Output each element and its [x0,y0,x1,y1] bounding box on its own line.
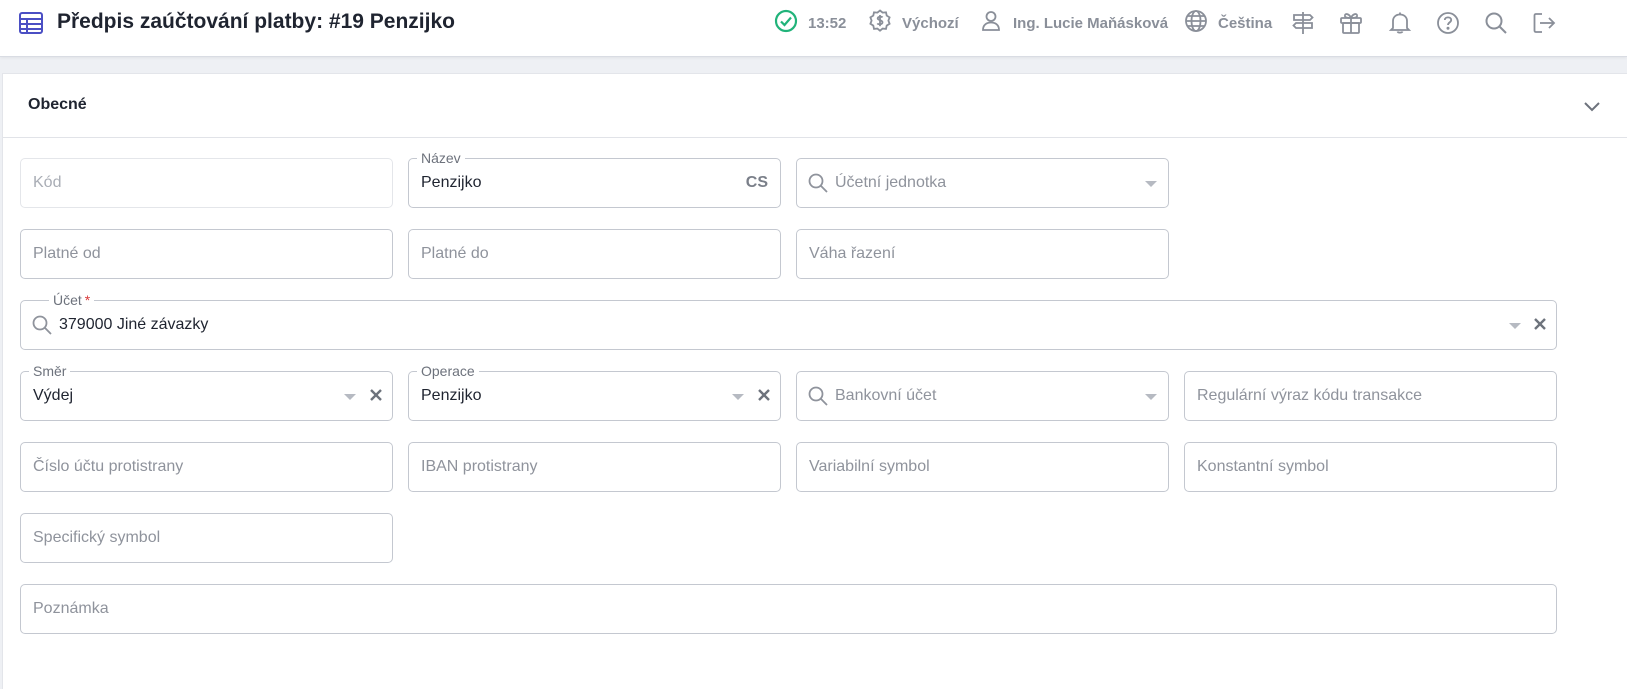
specificky-symbol-field[interactable]: Specifický symbol [20,513,393,563]
bankovni-ucet-placeholder: Bankovní účet [835,387,937,404]
section-header-obecne[interactable]: Obecné [3,74,1627,138]
operace-value: Penzijko [421,387,482,404]
variabilni-symbol-field[interactable]: Variabilní symbol [796,442,1169,492]
poznamka-placeholder: Poznámka [33,600,109,617]
globe-icon [1183,8,1209,39]
cislo-uctu-field[interactable]: Číslo účtu protistrany [20,442,393,492]
search-icon [31,314,53,336]
smer-select[interactable]: Směr Výdej [20,362,393,421]
dropdown-caret-icon[interactable] [1145,394,1157,400]
help-icon[interactable] [1435,10,1461,36]
top-bar: Předpis zaúčtování platby: #19 Penzijko … [0,0,1627,57]
kod-placeholder: Kód [33,174,62,191]
ucetni-jednotka-placeholder: Účetní jednotka [835,174,947,191]
gift-icon[interactable] [1338,10,1364,36]
ucet-label: Účet * [49,291,95,309]
nazev-field[interactable]: Název Penzijko CS [408,149,781,208]
platne-od-field[interactable]: Platné od [20,229,393,279]
smer-value: Výdej [33,387,74,404]
language-code-badge[interactable]: CS [746,174,768,192]
ucet-select[interactable]: Účet * 379000 Jiné závazky [20,291,1557,350]
iban-field[interactable]: IBAN protistrany [408,442,781,492]
bankovni-ucet-select[interactable]: Bankovní účet [796,371,1169,421]
clear-icon[interactable] [1531,315,1549,333]
smer-label: Směr [29,362,71,380]
clear-icon[interactable] [367,386,385,404]
specificky-symbol-placeholder: Specifický symbol [33,529,161,546]
dropdown-caret-icon[interactable] [344,394,356,400]
language-selector[interactable]: Čeština [1183,8,1273,39]
variabilni-symbol-placeholder: Variabilní symbol [809,458,930,475]
search-icon [807,385,829,407]
user-menu[interactable]: Ing. Lucie Maňásková [978,10,1168,36]
check-circle-icon [773,8,799,39]
clock-status: 13:52 [773,8,847,39]
chevron-down-icon[interactable] [1580,94,1604,118]
user-icon [978,8,1004,39]
ucetni-jednotka-select[interactable]: Účetní jednotka [796,158,1169,208]
ucet-value: 379000 Jiné závazky [59,316,209,333]
search-icon[interactable] [1483,10,1509,36]
currency-selector[interactable]: Výchozí [867,8,959,39]
language-label: Čeština [1218,14,1273,32]
dropdown-caret-icon[interactable] [1145,181,1157,187]
kod-field: Kód [20,158,393,208]
logout-icon[interactable] [1531,10,1557,36]
regularni-vyraz-field[interactable]: Regulární výraz kódu transakce [1184,371,1557,421]
search-icon [807,172,829,194]
signpost-icon[interactable] [1290,10,1316,36]
cislo-uctu-placeholder: Číslo účtu protistrany [33,458,184,475]
platne-od-placeholder: Platné od [33,245,101,262]
clear-icon[interactable] [755,386,773,404]
dropdown-caret-icon[interactable] [732,394,744,400]
platne-do-field[interactable]: Platné do [408,229,781,279]
operace-label: Operace [417,362,479,380]
time-label: 13:52 [808,14,847,32]
dollar-badge-icon [867,8,893,39]
required-mark: * [84,292,91,308]
nazev-label: Název [417,149,465,167]
iban-placeholder: IBAN protistrany [421,458,538,475]
poznamka-field[interactable]: Poznámka [20,584,1557,634]
table-icon [18,10,44,36]
konstantni-symbol-field[interactable]: Konstantní symbol [1184,442,1557,492]
page-title: Předpis zaúčtování platby: #19 Penzijko [57,10,455,33]
form-card: Obecné Kód Název Penzijko CS Účetní jedn… [2,73,1627,689]
section-title: Obecné [28,96,87,113]
platne-do-placeholder: Platné do [421,245,489,262]
operace-select[interactable]: Operace Penzijko [408,362,781,421]
dropdown-caret-icon[interactable] [1509,323,1521,329]
currency-label: Výchozí [902,14,959,32]
vaha-razeni-placeholder: Váha řazení [809,245,896,262]
regularni-vyraz-placeholder: Regulární výraz kódu transakce [1197,387,1422,404]
vaha-razeni-field[interactable]: Váha řazení [796,229,1169,279]
konstantni-symbol-placeholder: Konstantní symbol [1197,458,1329,475]
bell-icon[interactable] [1387,10,1413,36]
user-name: Ing. Lucie Maňásková [1013,14,1169,32]
nazev-value: Penzijko [421,174,482,191]
